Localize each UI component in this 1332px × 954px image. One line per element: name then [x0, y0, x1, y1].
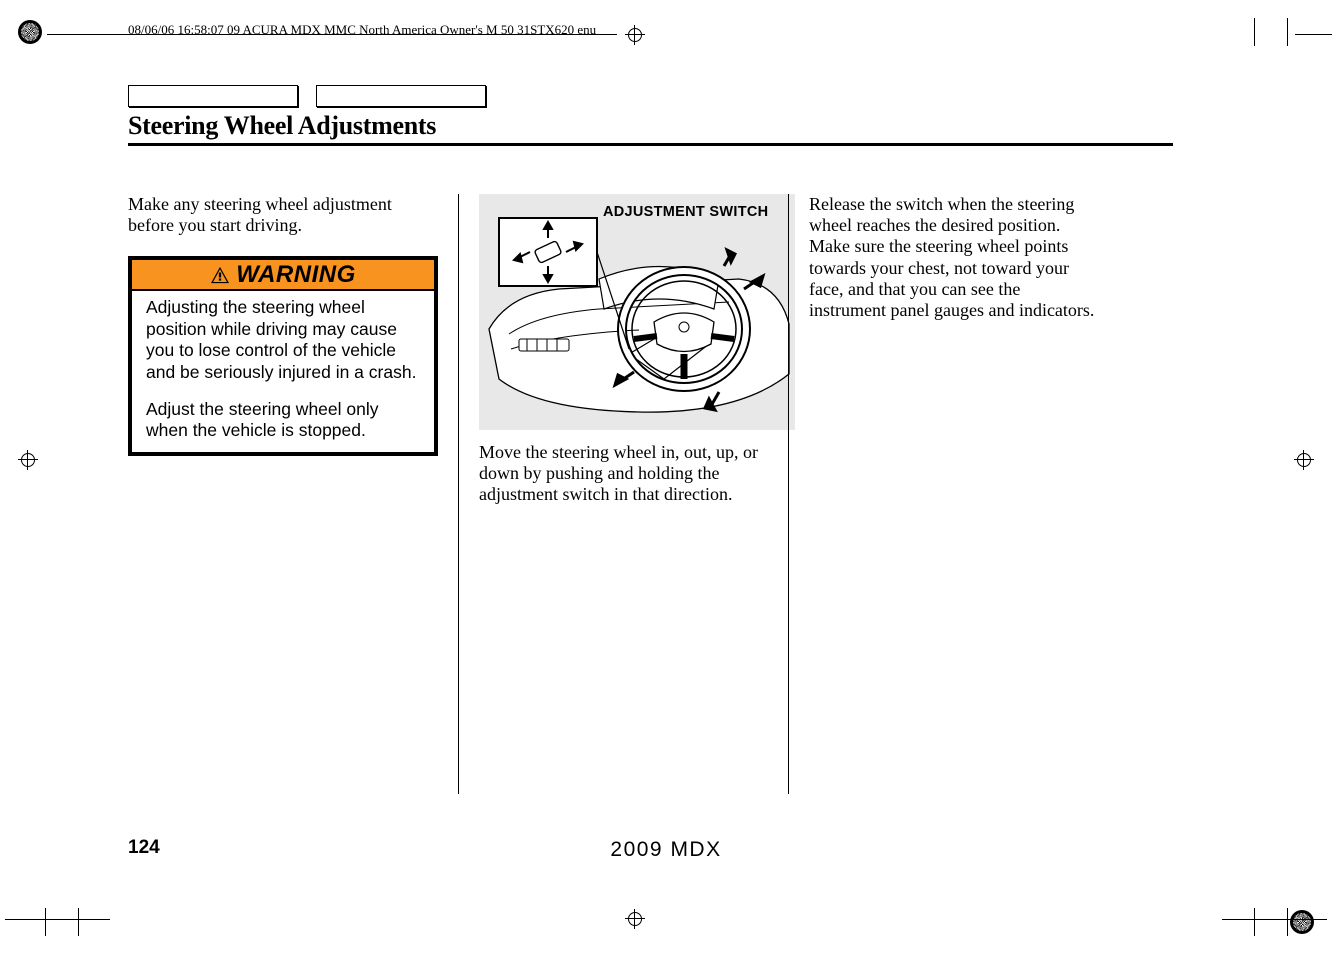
header-meta-text: 08/06/06 16:58:07 09 ACURA MDX MMC North… [128, 22, 596, 38]
column-2: ADJUSTMENT SWITCH [458, 194, 788, 794]
warning-label: WARNING [236, 261, 356, 289]
diagram-label: ADJUSTMENT SWITCH [603, 204, 768, 220]
trim-line [1222, 919, 1327, 920]
heading-box [128, 85, 298, 107]
steering-wheel-diagram: ADJUSTMENT SWITCH [479, 194, 795, 430]
steering-wheel-illustration-icon [479, 194, 795, 430]
registration-cross-right-icon [1294, 450, 1314, 470]
trim-tick [78, 908, 79, 936]
warning-triangle-icon [210, 266, 230, 284]
column-3: Release the switch when the steering whe… [788, 194, 1118, 794]
warning-header: WARNING [132, 260, 434, 291]
heading-rule [128, 143, 1173, 146]
registration-cross-top-icon [625, 25, 645, 45]
warning-box: WARNING Adjusting the steering wheel pos… [128, 256, 438, 455]
col2-text: Move the steering wheel in, out, up, or … [479, 442, 768, 506]
footer-model-year: 2009 MDX [0, 838, 1332, 862]
trim-tick [1287, 18, 1288, 46]
heading-box [316, 85, 486, 107]
trim-tick [1287, 908, 1288, 936]
heading-placeholder-boxes [128, 85, 1172, 107]
registration-mark-tl-icon [18, 20, 42, 44]
warning-p2: Adjust the steering wheel only when the … [146, 399, 420, 442]
page-content: Steering Wheel Adjustments Make any stee… [128, 85, 1172, 864]
warning-p1: Adjusting the steering wheel position wh… [146, 297, 420, 382]
trim-tick [1254, 908, 1255, 936]
trim-line [5, 919, 110, 920]
col3-text: Release the switch when the steering whe… [809, 194, 1098, 321]
trim-tick [1254, 18, 1255, 46]
columns: Make any steering wheel adjustment befor… [128, 194, 1172, 794]
page-heading: Steering Wheel Adjustments [128, 111, 1172, 141]
trim-line [1295, 34, 1332, 35]
registration-mark-br-icon [1290, 910, 1314, 934]
column-1: Make any steering wheel adjustment befor… [128, 194, 458, 794]
trim-tick [45, 908, 46, 936]
warning-body: Adjusting the steering wheel position wh… [132, 291, 434, 451]
col1-intro: Make any steering wheel adjustment befor… [128, 194, 438, 236]
registration-cross-bottom-icon [625, 909, 645, 929]
registration-cross-left-icon [18, 450, 38, 470]
